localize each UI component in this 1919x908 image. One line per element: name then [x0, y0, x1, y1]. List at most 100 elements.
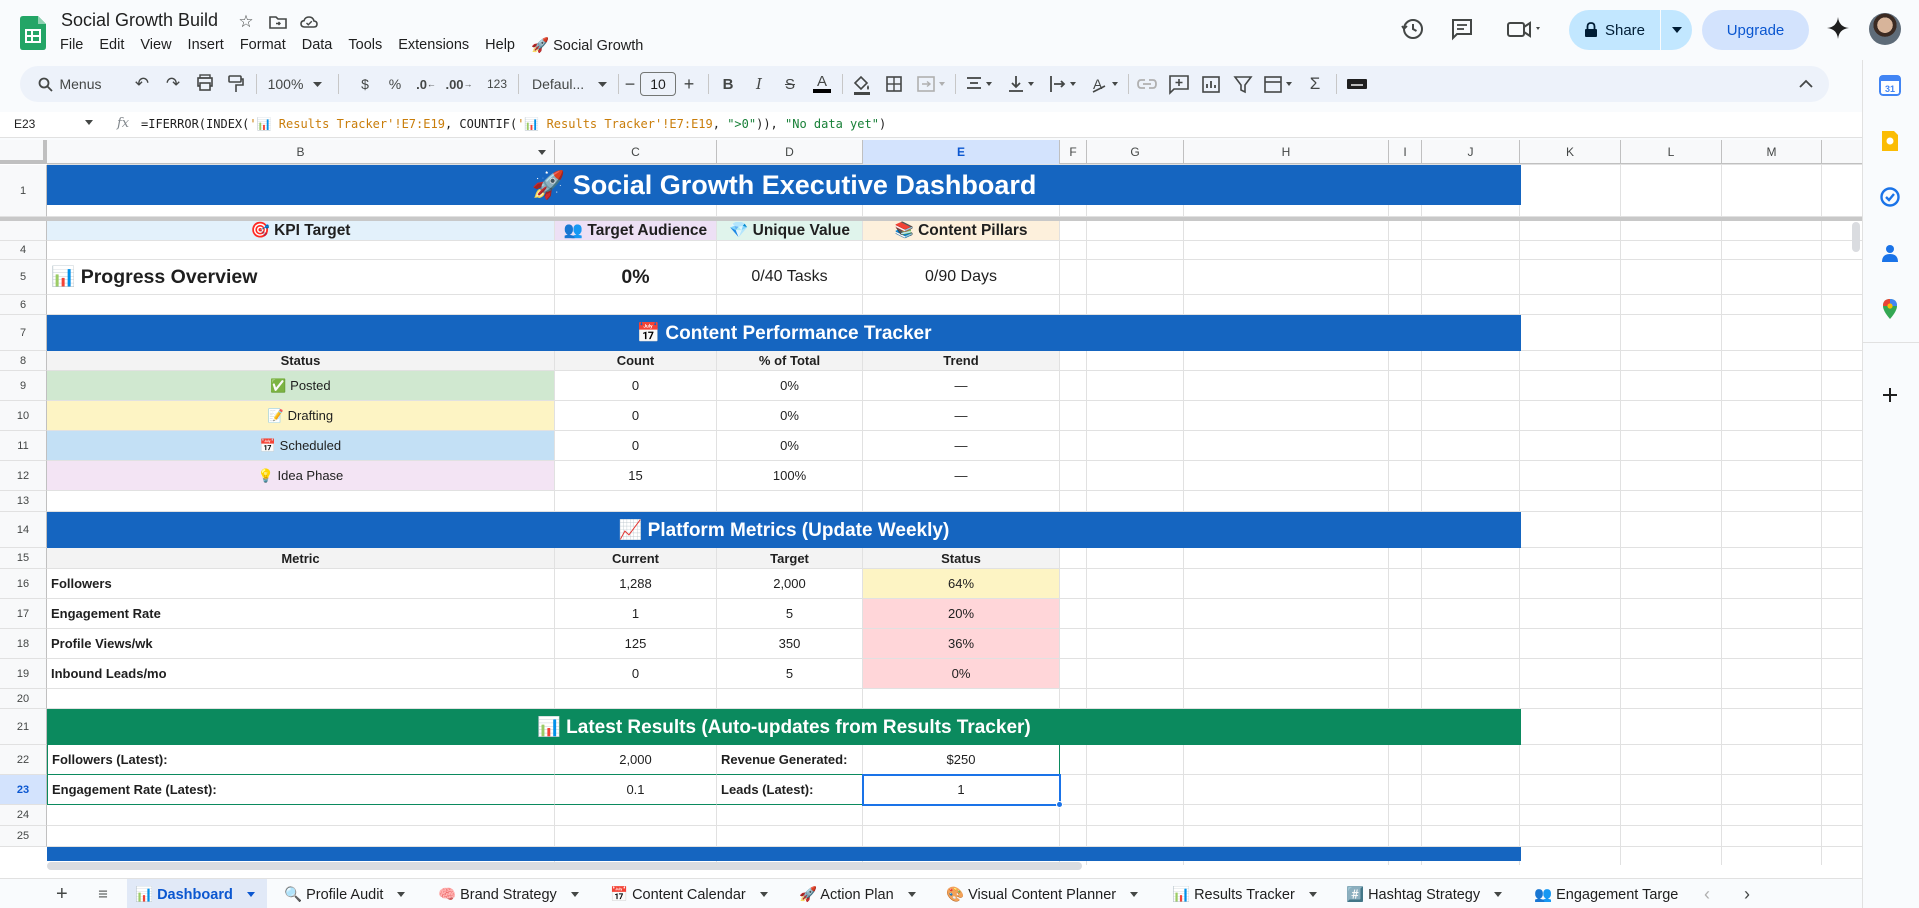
column-header-m[interactable]: M: [1722, 140, 1822, 164]
row-header[interactable]: 13: [0, 491, 47, 512]
column-header-k[interactable]: K: [1520, 140, 1621, 164]
italic-button[interactable]: I: [747, 66, 771, 102]
column-header-c[interactable]: C: [555, 140, 717, 164]
maps-icon[interactable]: [1879, 298, 1901, 320]
percent-format-button[interactable]: %: [384, 66, 406, 102]
menu-insert[interactable]: Insert: [180, 36, 232, 55]
row-header[interactable]: 25: [0, 826, 47, 847]
column-header-f[interactable]: F: [1060, 140, 1087, 164]
undo-icon[interactable]: ↶: [129, 66, 155, 102]
currency-format-button[interactable]: $: [354, 66, 376, 102]
column-header-i[interactable]: I: [1389, 140, 1422, 164]
upgrade-button[interactable]: Upgrade: [1702, 10, 1809, 50]
cloud-saved-icon[interactable]: [299, 12, 319, 32]
column-header-e[interactable]: E: [863, 140, 1060, 164]
tab-brand-strategy[interactable]: 🧠 Brand Strategy: [430, 879, 587, 908]
keep-icon[interactable]: [1879, 130, 1901, 152]
chevron-down-icon[interactable]: [538, 150, 546, 155]
menu-edit[interactable]: Edit: [91, 36, 132, 55]
scroll-tabs-right-icon[interactable]: ›: [1736, 879, 1758, 908]
align-vertical-icon[interactable]: [1004, 66, 1038, 102]
chevron-down-icon[interactable]: [1494, 891, 1503, 897]
column-header-l[interactable]: L: [1621, 140, 1722, 164]
chevron-down-icon[interactable]: [85, 120, 93, 125]
increase-font-size-button[interactable]: +: [680, 66, 698, 102]
row-header[interactable]: 10: [0, 401, 47, 431]
increase-decimal-button[interactable]: .00 →: [444, 66, 474, 102]
bold-button[interactable]: B: [716, 66, 740, 102]
tab-visual-content-planner[interactable]: 🎨 Visual Content Planner: [938, 879, 1146, 908]
comments-icon[interactable]: [1449, 16, 1475, 42]
chevron-down-icon[interactable]: [1308, 891, 1317, 897]
row-header[interactable]: 6: [0, 295, 47, 315]
version-history-icon[interactable]: [1400, 16, 1426, 42]
tab-hashtag-strategy[interactable]: #️⃣ Hashtag Strategy: [1338, 879, 1510, 908]
row-header[interactable]: 22: [0, 745, 47, 775]
text-wrapping-icon[interactable]: [1046, 66, 1080, 102]
align-horizontal-icon[interactable]: [962, 66, 996, 102]
menu-view[interactable]: View: [132, 36, 179, 55]
column-header-d[interactable]: D: [717, 140, 863, 164]
scroll-tabs-left-icon[interactable]: ‹: [1696, 879, 1718, 908]
fill-color-icon[interactable]: [850, 66, 874, 102]
share-dropdown[interactable]: [1661, 10, 1692, 50]
row-header[interactable]: 20: [0, 689, 47, 709]
print-icon[interactable]: [192, 66, 218, 102]
sheets-logo-icon[interactable]: [20, 16, 46, 50]
doc-title[interactable]: Social Growth Build: [61, 10, 218, 31]
gemini-icon[interactable]: [1826, 16, 1850, 40]
row-header[interactable]: 23: [0, 775, 47, 805]
tab-profile-audit[interactable]: 🔍 Profile Audit: [276, 879, 413, 908]
tab-dashboard[interactable]: 📊 Dashboard: [127, 879, 267, 908]
row-header[interactable]: 5: [0, 260, 47, 295]
column-header-j[interactable]: J: [1422, 140, 1520, 164]
menu-tools[interactable]: Tools: [340, 36, 390, 55]
formula-input[interactable]: =IFERROR(INDEX('📊 Results Tracker'!E7:E1…: [141, 117, 886, 131]
add-addon-icon[interactable]: [1879, 384, 1901, 406]
keyboard-icon[interactable]: [1344, 66, 1370, 102]
zoom-select[interactable]: 100%: [262, 66, 328, 102]
paint-format-icon[interactable]: [223, 66, 249, 102]
menu-social-growth[interactable]: 🚀 Social Growth: [523, 36, 651, 55]
vertical-scrollbar[interactable]: [1852, 222, 1860, 252]
row-header[interactable]: 17: [0, 599, 47, 629]
functions-icon[interactable]: Σ: [1302, 66, 1328, 102]
tab-results-tracker[interactable]: 📊 Results Tracker: [1164, 879, 1325, 908]
redo-icon[interactable]: ↷: [160, 66, 186, 102]
text-rotation-icon[interactable]: A: [1088, 66, 1122, 102]
row-header[interactable]: 7: [0, 315, 47, 351]
tab-action-plan[interactable]: 🚀 Action Plan: [791, 879, 924, 908]
select-all-corner[interactable]: [0, 140, 47, 164]
spreadsheet-grid[interactable]: B C D E F G H I J K L M 1 4 5 6 7 8 9 10 11 12 13 1…: [0, 140, 1862, 878]
filter-views-icon[interactable]: [1260, 66, 1296, 102]
contacts-icon[interactable]: [1879, 242, 1901, 264]
font-select[interactable]: Defaul...: [526, 66, 612, 102]
chevron-down-icon[interactable]: [759, 891, 768, 897]
meet-camera-icon[interactable]: [1505, 16, 1545, 42]
row-header[interactable]: 15: [0, 548, 47, 569]
search-menus[interactable]: Menus: [28, 66, 112, 102]
chevron-down-icon[interactable]: [907, 891, 916, 897]
insert-chart-icon[interactable]: [1198, 66, 1224, 102]
tab-engagement-targets[interactable]: 👥 Engagement Targe: [1526, 879, 1694, 908]
star-icon[interactable]: ☆: [236, 12, 256, 32]
row-header[interactable]: 1: [0, 165, 47, 217]
menu-format[interactable]: Format: [232, 36, 294, 55]
strikethrough-button[interactable]: S: [778, 66, 802, 102]
insert-comment-icon[interactable]: [1166, 66, 1192, 102]
column-header-g[interactable]: G: [1087, 140, 1184, 164]
share-button[interactable]: Share: [1569, 10, 1692, 50]
column-header-h[interactable]: H: [1184, 140, 1389, 164]
row-header[interactable]: [0, 221, 47, 241]
menu-help[interactable]: Help: [477, 36, 523, 55]
chevron-down-icon[interactable]: [1130, 891, 1139, 897]
number-format-button[interactable]: 123: [482, 66, 512, 102]
chevron-down-icon[interactable]: [397, 891, 406, 897]
fill-handle[interactable]: [1056, 801, 1063, 808]
insert-link-icon[interactable]: [1134, 66, 1160, 102]
text-color-button[interactable]: A: [810, 66, 834, 102]
row-header[interactable]: 12: [0, 461, 47, 491]
chevron-down-icon[interactable]: [246, 891, 255, 897]
row-header[interactable]: 18: [0, 629, 47, 659]
menu-file[interactable]: File: [52, 36, 91, 55]
